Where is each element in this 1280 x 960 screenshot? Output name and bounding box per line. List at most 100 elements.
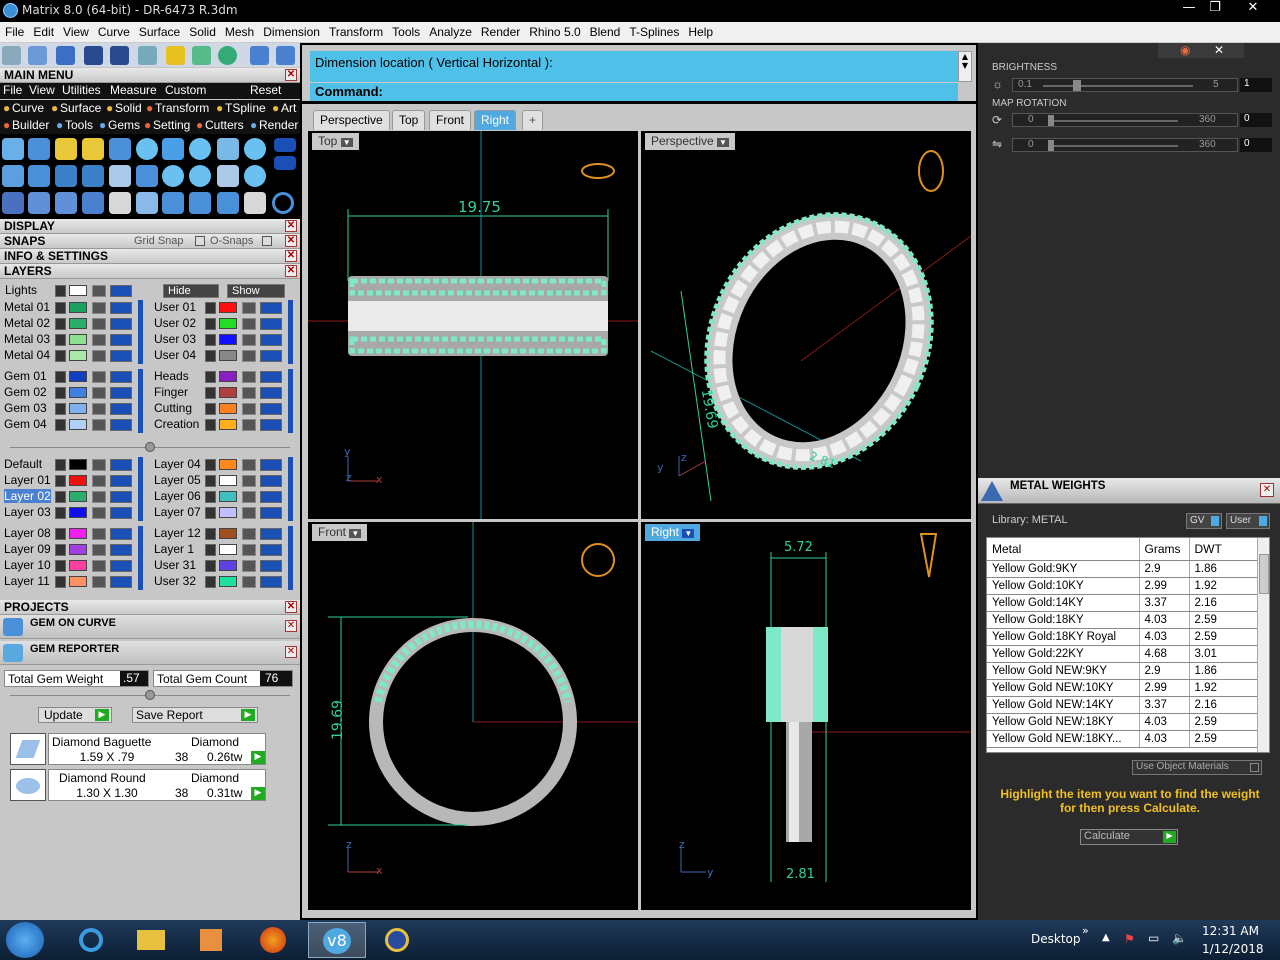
- play-icon[interactable]: ▶: [251, 787, 265, 800]
- mm-surface[interactable]: Surface: [60, 101, 101, 115]
- menu-transform[interactable]: Transform: [324, 22, 387, 39]
- visibility-toggle[interactable]: [260, 576, 282, 588]
- visibility-toggle[interactable]: [110, 334, 132, 346]
- mm-tspline[interactable]: TSpline: [225, 101, 266, 115]
- slider-thumb[interactable]: [1073, 80, 1081, 91]
- tool-icon[interactable]: [162, 192, 184, 214]
- mm-solid[interactable]: Solid: [115, 101, 142, 115]
- close-icon[interactable]: ✕: [1214, 43, 1224, 57]
- layer-arrow-button[interactable]: [55, 371, 66, 383]
- reset-button[interactable]: Reset: [250, 83, 281, 97]
- layer-arrow-button[interactable]: [55, 334, 66, 346]
- chevron-down-icon[interactable]: ▼: [717, 138, 729, 147]
- tool-icon[interactable]: [28, 165, 50, 187]
- layer-arrow-button[interactable]: [55, 350, 66, 362]
- layer-color-swatch[interactable]: [219, 387, 237, 398]
- layer-row[interactable]: Layer 12: [150, 526, 290, 542]
- layer-arrow-button[interactable]: [55, 507, 66, 519]
- menu-tools[interactable]: Tools: [387, 22, 424, 39]
- lock-icon[interactable]: [92, 459, 106, 471]
- mm-custom[interactable]: Custom: [165, 83, 206, 97]
- table-row[interactable]: Yellow Gold NEW:10KY 2.99 1.92: [987, 679, 1257, 697]
- command-scrollbar[interactable]: ▲ ▼: [958, 51, 972, 82]
- lock-icon[interactable]: [242, 459, 256, 471]
- visibility-toggle[interactable]: [110, 403, 132, 415]
- layer-color-swatch[interactable]: [219, 371, 237, 382]
- gem-row-baguette[interactable]: Diamond Baguette Diamond 1.59 X .79 38 0…: [48, 733, 266, 765]
- globe-icon[interactable]: [218, 46, 237, 65]
- layer-color-swatch[interactable]: [69, 334, 87, 345]
- layer-arrow-button[interactable]: [205, 459, 216, 471]
- layer-arrow-button[interactable]: [205, 528, 216, 540]
- rotation-slider-2[interactable]: 0 360: [1012, 138, 1238, 152]
- menu-blend[interactable]: Blend: [585, 22, 625, 39]
- layer-arrow-button[interactable]: [205, 419, 216, 431]
- layer-color-swatch[interactable]: [69, 544, 87, 555]
- tool-icon[interactable]: [189, 138, 211, 160]
- close-icon[interactable]: ✕: [285, 235, 297, 247]
- flag-icon[interactable]: ⚑: [1124, 932, 1135, 946]
- visibility-toggle[interactable]: [260, 475, 282, 487]
- menu-view[interactable]: View: [58, 22, 93, 39]
- rotation-value-2[interactable]: 0: [1240, 138, 1272, 152]
- layout-icon[interactable]: [28, 46, 47, 65]
- tool-icon[interactable]: [109, 165, 131, 187]
- layer-color-swatch[interactable]: [69, 491, 87, 502]
- col-header-dwt[interactable]: DWT: [1189, 538, 1257, 561]
- mm-tools[interactable]: Tools: [65, 118, 93, 132]
- tool-icon[interactable]: [189, 165, 211, 187]
- viewport-right[interactable]: Right ▼ 5.72 2.81 z y: [641, 522, 971, 910]
- visibility-toggle[interactable]: [110, 318, 132, 330]
- network-icon[interactable]: ▭: [1148, 931, 1159, 945]
- mm-setting[interactable]: Setting: [153, 118, 190, 132]
- layer-row[interactable]: Layer 02: [0, 489, 140, 505]
- tab-add[interactable]: +: [522, 110, 544, 130]
- layer-row[interactable]: User 02: [150, 316, 290, 332]
- layer-arrow-button[interactable]: [55, 318, 66, 330]
- menu-surface[interactable]: Surface: [134, 22, 184, 39]
- layer-arrow-button[interactable]: [55, 475, 66, 487]
- layer-row[interactable]: User 01: [150, 300, 290, 316]
- chevron-icon[interactable]: »: [1082, 924, 1089, 937]
- tool-icon[interactable]: [136, 165, 158, 187]
- circle-icon[interactable]: [272, 192, 294, 214]
- hide-button[interactable]: Hide: [163, 284, 219, 298]
- layer-color-swatch[interactable]: [219, 318, 237, 329]
- visibility-toggle[interactable]: [110, 507, 132, 519]
- visibility-toggle[interactable]: [260, 528, 282, 540]
- menu-solid[interactable]: Solid: [184, 22, 220, 39]
- tool-icon[interactable]: [162, 138, 184, 160]
- mm-file[interactable]: File: [3, 83, 22, 97]
- lock-icon[interactable]: [92, 576, 106, 588]
- close-icon[interactable]: ✕: [285, 601, 297, 613]
- visibility-toggle[interactable]: [260, 387, 282, 399]
- table-row[interactable]: Yellow Gold:18KY 4.03 2.59: [987, 611, 1257, 629]
- tool-icon[interactable]: [274, 156, 296, 170]
- mm-builder[interactable]: Builder: [12, 118, 49, 132]
- display-title[interactable]: DISPLAY ✕: [0, 219, 300, 234]
- visibility-toggle[interactable]: [260, 350, 282, 362]
- layer-arrow-button[interactable]: [205, 318, 216, 330]
- tool-icon[interactable]: [217, 165, 239, 187]
- lock-icon[interactable]: [242, 371, 256, 383]
- tool-icon[interactable]: [2, 138, 24, 160]
- layer-color-swatch[interactable]: [69, 475, 87, 486]
- splitter-handle[interactable]: [145, 442, 155, 452]
- layer-row[interactable]: User 32: [150, 574, 290, 590]
- visibility-toggle[interactable]: [110, 560, 132, 572]
- lock-icon[interactable]: [92, 419, 106, 431]
- layer-arrow-button[interactable]: [205, 507, 216, 519]
- matrix-icon[interactable]: [56, 46, 75, 65]
- visibility-toggle[interactable]: [110, 285, 132, 297]
- table-row[interactable]: Yellow Gold NEW:9KY 2.9 1.86: [987, 662, 1257, 680]
- layer-color-swatch[interactable]: [219, 403, 237, 414]
- mm-render[interactable]: Render: [259, 118, 298, 132]
- visibility-toggle[interactable]: [110, 491, 132, 503]
- maximize-button[interactable]: ❐: [1198, 0, 1232, 18]
- visibility-toggle[interactable]: [110, 544, 132, 556]
- layer-color-swatch[interactable]: [69, 576, 87, 587]
- command-input[interactable]: Command:: [310, 83, 958, 101]
- close-icon[interactable]: ✕: [285, 220, 297, 232]
- layer-row[interactable]: User 04: [150, 348, 290, 364]
- close-icon[interactable]: ✕: [1260, 483, 1274, 497]
